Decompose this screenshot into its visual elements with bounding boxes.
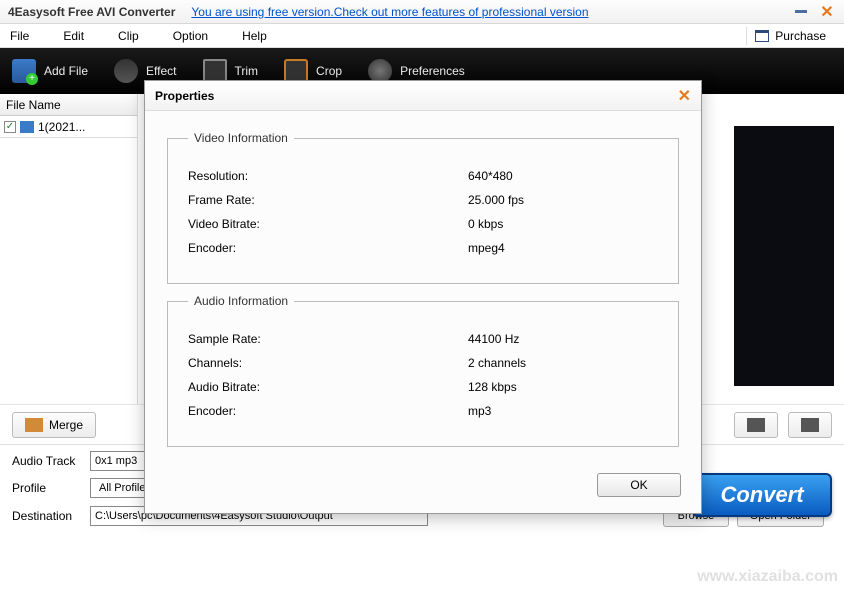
menu-bar: File Edit Clip Option Help Purchase (0, 24, 844, 48)
file-list-panel: File Name ✓ 1(2021... (0, 94, 138, 404)
audio-encoder-label: Encoder: (188, 404, 468, 418)
title-bar: 4Easysoft Free AVI Converter You are usi… (0, 0, 844, 24)
resolution-value: 640*480 (468, 169, 513, 183)
resolution-label: Resolution: (188, 169, 468, 183)
audio-track-label: Audio Track (12, 454, 82, 468)
properties-dialog: Properties ✕ Video Information Resolutio… (144, 80, 702, 514)
cart-icon (755, 30, 769, 42)
app-title: 4Easysoft Free AVI Converter (8, 5, 175, 19)
file-list-header[interactable]: File Name (0, 94, 137, 116)
dialog-close-button[interactable]: ✕ (678, 86, 691, 106)
ok-button[interactable]: OK (597, 473, 681, 497)
audio-encoder-value: mp3 (468, 404, 491, 418)
layout-icon (747, 418, 765, 432)
audio-info-group: Audio Information Sample Rate:44100 Hz C… (167, 294, 679, 447)
video-info-group: Video Information Resolution:640*480 Fra… (167, 131, 679, 284)
video-info-legend: Video Information (188, 131, 294, 145)
file-name: 1(2021... (38, 120, 85, 134)
menu-option[interactable]: Option (173, 29, 208, 43)
destination-label: Destination (12, 509, 82, 523)
merge-icon (25, 418, 43, 432)
promo-link[interactable]: You are using free version.Check out mor… (191, 5, 588, 19)
add-file-icon (12, 59, 36, 83)
samplerate-value: 44100 Hz (468, 332, 519, 346)
merge-button[interactable]: Merge (12, 412, 96, 438)
purchase-button[interactable]: Purchase (746, 27, 834, 45)
audio-info-legend: Audio Information (188, 294, 294, 308)
add-file-button[interactable]: Add File (12, 59, 88, 83)
audio-bitrate-value: 128 kbps (468, 380, 517, 394)
menu-file[interactable]: File (10, 29, 29, 43)
framerate-value: 25.000 fps (468, 193, 524, 207)
framerate-label: Frame Rate: (188, 193, 468, 207)
channels-label: Channels: (188, 356, 468, 370)
video-bitrate-value: 0 kbps (468, 217, 503, 231)
dialog-title: Properties (155, 89, 214, 103)
purchase-label: Purchase (775, 29, 826, 43)
layout-button-1[interactable] (734, 412, 778, 438)
file-type-icon (20, 121, 34, 133)
file-checkbox[interactable]: ✓ (4, 121, 16, 133)
video-encoder-label: Encoder: (188, 241, 468, 255)
menu-edit[interactable]: Edit (63, 29, 84, 43)
close-icon: ✕ (820, 2, 833, 22)
samplerate-label: Sample Rate: (188, 332, 468, 346)
video-encoder-value: mpeg4 (468, 241, 505, 255)
file-row[interactable]: ✓ 1(2021... (0, 116, 137, 138)
minimize-button[interactable] (792, 3, 810, 21)
profile-label: Profile (12, 481, 82, 495)
video-preview (734, 126, 834, 386)
video-bitrate-label: Video Bitrate: (188, 217, 468, 231)
dialog-titlebar[interactable]: Properties ✕ (145, 81, 701, 111)
minimize-icon (795, 10, 807, 13)
menu-clip[interactable]: Clip (118, 29, 139, 43)
effect-icon (114, 59, 138, 83)
camera-icon (801, 418, 819, 432)
convert-button[interactable]: Convert (692, 473, 832, 517)
snapshot-button[interactable] (788, 412, 832, 438)
menu-help[interactable]: Help (242, 29, 267, 43)
close-button[interactable]: ✕ (818, 3, 836, 21)
audio-bitrate-label: Audio Bitrate: (188, 380, 468, 394)
channels-value: 2 channels (468, 356, 526, 370)
watermark: www.xiazaiba.com (697, 568, 838, 586)
